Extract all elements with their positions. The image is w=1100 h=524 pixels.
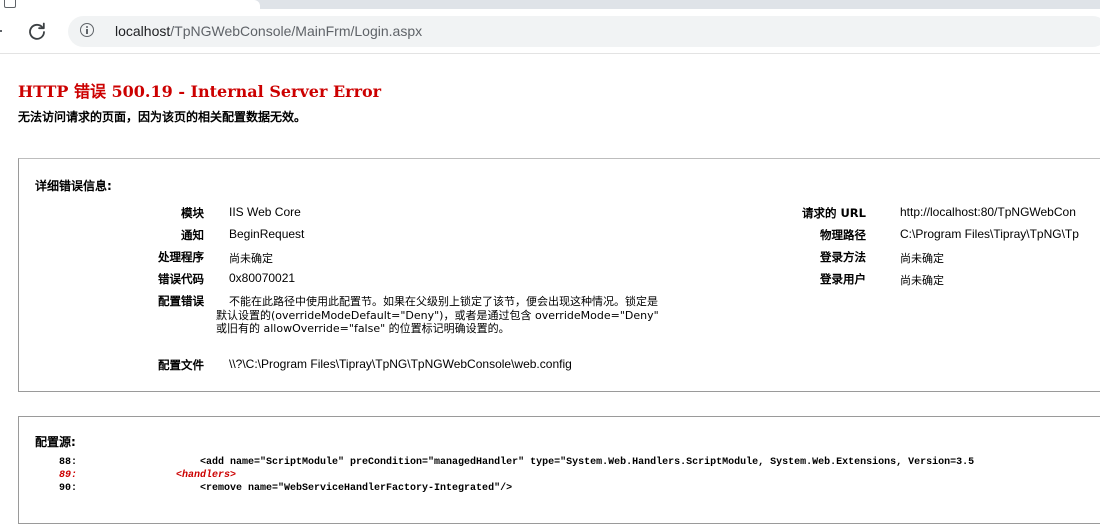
details-box: 详细错误信息: 模块 IIS Web Core 通知 BeginRequest … [18, 158, 1100, 392]
code-line-number-highlighted: 89: [59, 470, 78, 481]
active-tab[interactable] [0, 0, 260, 9]
address-bar[interactable]: localhost/TpNGWebConsole/MainFrm/Login.a… [68, 16, 1100, 47]
detail-label-config-error: 配置错误 [158, 294, 204, 308]
detail-value-physical-path: C:\Program Files\Tipray\TpNG\Tp [900, 227, 1079, 241]
detail-value-logon-user: 尚未确定 [900, 274, 944, 287]
detail-label-notification: 通知 [181, 228, 204, 242]
error-page: HTTP 错误 500.19 - Internal Server Error 无… [0, 54, 1100, 524]
code-line-highlighted: <handlers> [104, 470, 237, 481]
detail-value-error-code: 0x80070021 [229, 271, 296, 285]
detail-value-handler: 尚未确定 [229, 252, 273, 265]
detail-value-config-error: 不能在此路径中使用此配置节。如果在父级别上锁定了该节，便会出现这种情况。锁定是默… [216, 295, 659, 335]
detail-value-config-file: \\?\C:\Program Files\Tipray\TpNG\TpNGWeb… [229, 357, 572, 371]
info-icon[interactable] [80, 23, 94, 37]
config-source-heading: 配置源: [35, 435, 76, 449]
detail-label-config-file: 配置文件 [158, 358, 204, 372]
detail-value-notification: BeginRequest [229, 227, 305, 241]
error-title: HTTP 错误 500.19 - Internal Server Error [18, 82, 382, 101]
detail-label-physical-path: 物理路径 [820, 228, 866, 242]
code-line: <add name="ScriptModule" preCondition="m… [104, 457, 975, 468]
detail-value-module: IIS Web Core [229, 205, 301, 219]
config-source-box: 配置源: 88: <add name="ScriptModule" preCon… [18, 416, 1100, 524]
back-button[interactable] [0, 30, 2, 32]
detail-label-request-url: 请求的 URL [801, 206, 866, 220]
browser-toolbar: localhost/TpNGWebConsole/MainFrm/Login.a… [0, 9, 1100, 54]
detail-label-logon-user: 登录用户 [820, 272, 866, 286]
code-line-number: 88: [59, 457, 78, 468]
url-text[interactable]: localhost/TpNGWebConsole/MainFrm/Login.a… [115, 22, 422, 41]
details-heading: 详细错误信息: [35, 179, 112, 193]
detail-label-module: 模块 [181, 206, 204, 220]
url-host: localhost [115, 23, 171, 39]
code-line: <remove name="WebServiceHandlerFactory-I… [104, 483, 513, 494]
detail-label-handler: 处理程序 [158, 250, 204, 264]
code-line-number: 90: [59, 483, 78, 494]
error-subtitle: 无法访问请求的页面，因为该页的相关配置数据无效。 [18, 110, 307, 124]
tab-strip [0, 0, 1100, 9]
detail-value-logon-method: 尚未确定 [900, 252, 944, 265]
url-path: /TpNGWebConsole/MainFrm/Login.aspx [170, 23, 423, 39]
detail-label-logon-method: 登录方法 [820, 250, 866, 264]
tab-favicon-icon [4, 0, 16, 8]
reload-icon[interactable] [27, 21, 47, 41]
detail-label-error-code: 错误代码 [158, 272, 204, 286]
detail-value-request-url: http://localhost:80/TpNGWebCon [900, 205, 1076, 219]
